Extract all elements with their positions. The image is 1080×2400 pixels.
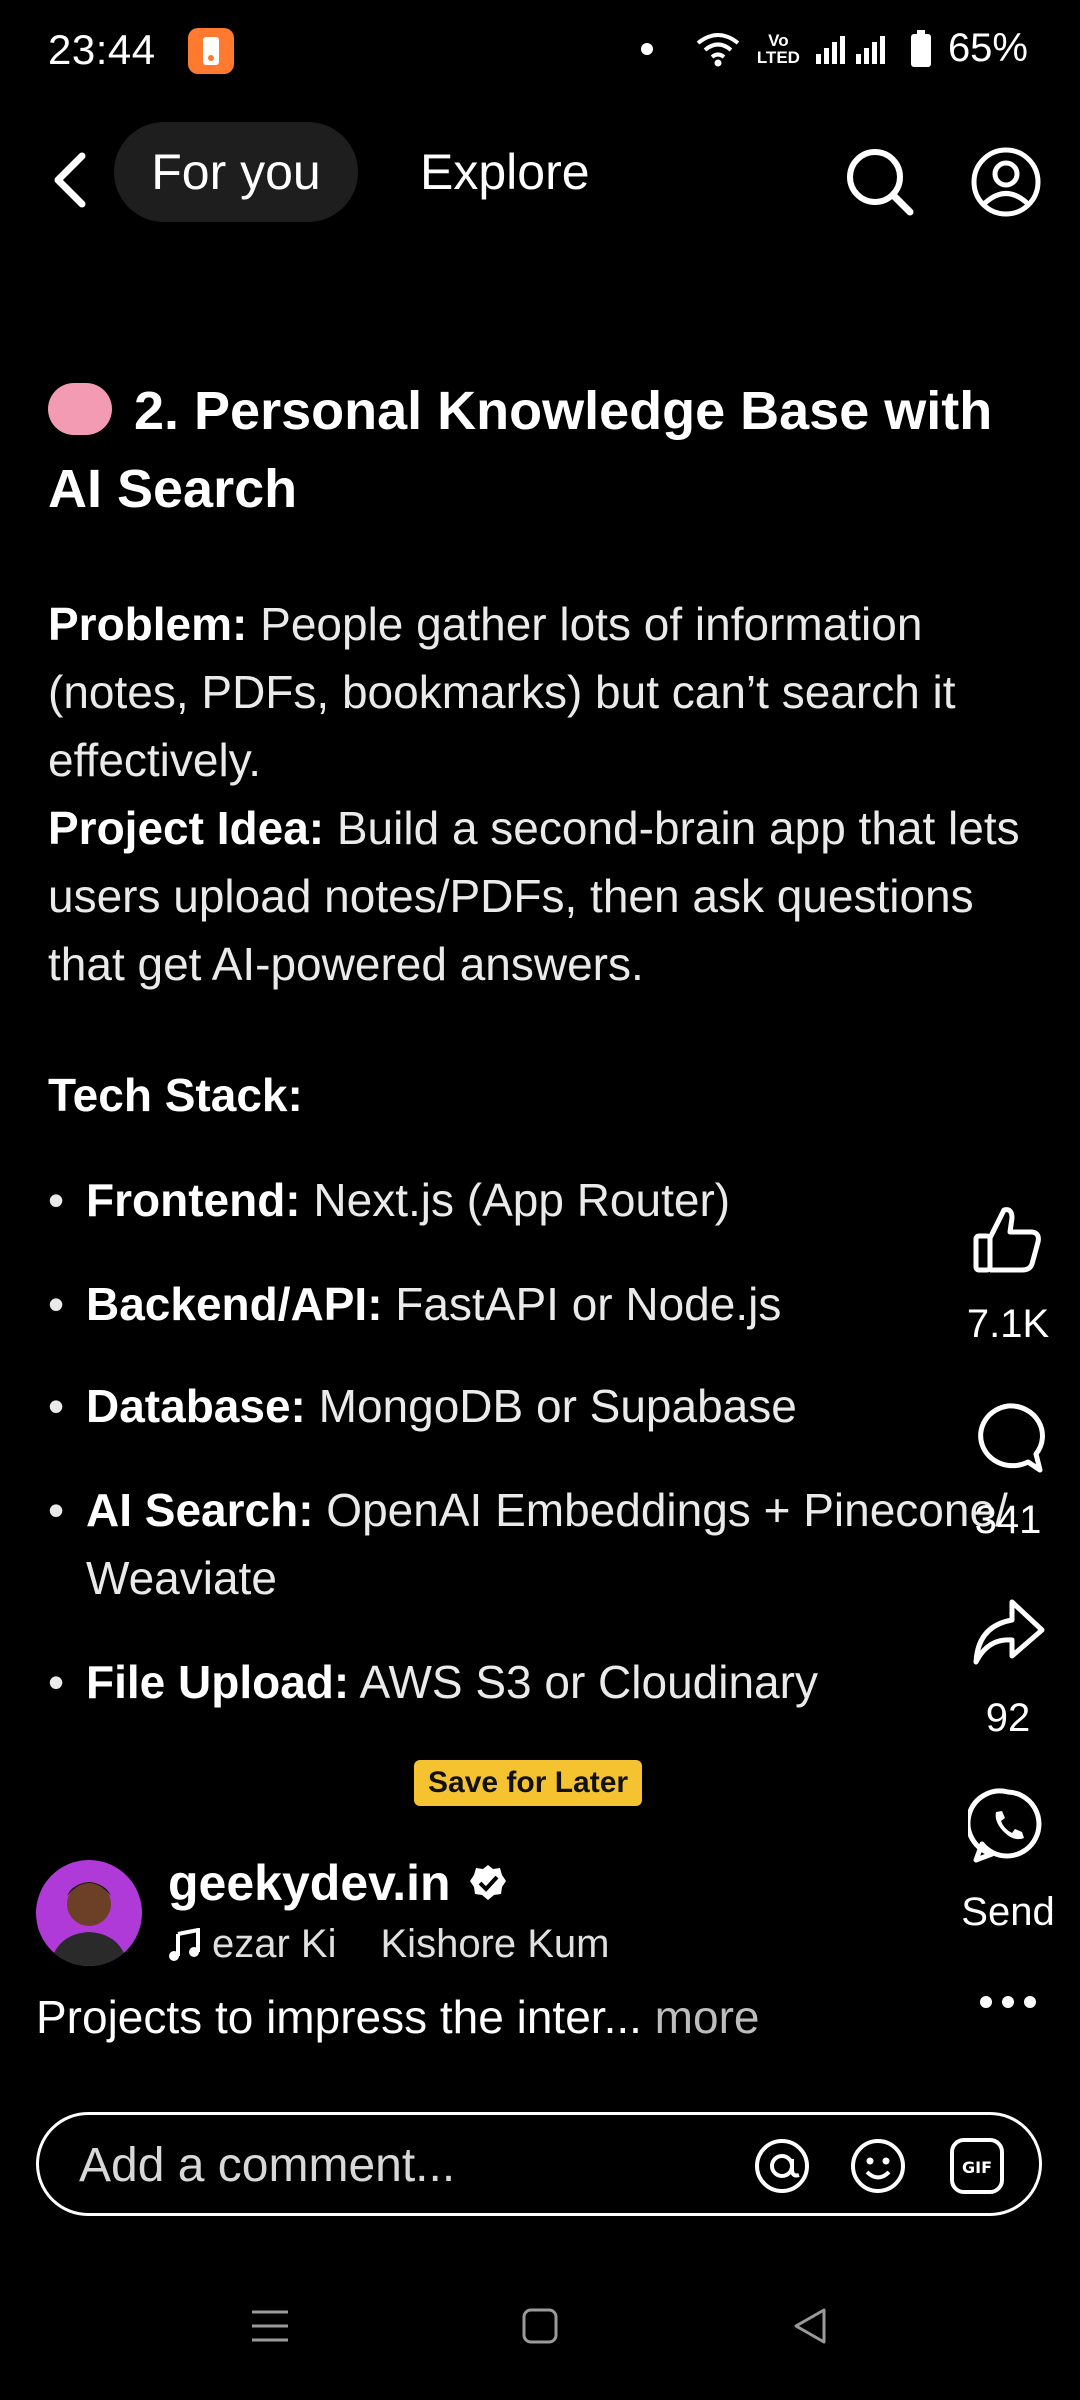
- tab-explore[interactable]: Explore: [420, 122, 590, 222]
- wifi-icon: [696, 32, 740, 66]
- search-icon[interactable]: [844, 146, 916, 218]
- system-back-icon[interactable]: [780, 2296, 840, 2356]
- notification-dot: [640, 42, 653, 55]
- comment-input[interactable]: [77, 2115, 761, 2215]
- whatsapp-icon[interactable]: [965, 1786, 1048, 1866]
- profile-icon[interactable]: [970, 146, 1042, 218]
- brain-icon: [48, 383, 112, 435]
- volte-indicator: Vo LTED: [756, 30, 800, 67]
- app-notification-icon: [188, 28, 234, 74]
- like-icon[interactable]: [968, 1200, 1048, 1280]
- music-artist: Kishore Kum: [380, 1922, 610, 1966]
- battery-percent: 65%: [947, 26, 1028, 70]
- battery-icon: [910, 29, 931, 67]
- tech-item-file-upload: • File Upload: AWS S3 or Cloudinary: [48, 1656, 818, 1708]
- music-note-icon: [169, 1927, 200, 1961]
- caption-more-link[interactable]: more: [642, 1991, 760, 2043]
- problem-label: Problem:: [48, 598, 248, 650]
- gif-icon[interactable]: GIF: [949, 2137, 1005, 2195]
- verified-icon: [469, 1865, 506, 1900]
- comment-icon[interactable]: [968, 1398, 1048, 1478]
- tech-item-database: • Database: MongoDB or Supabase: [48, 1380, 797, 1432]
- post-body: Problem: People gather lots of informati…: [48, 590, 1058, 998]
- more-options-icon[interactable]: [978, 1992, 1038, 2012]
- recent-apps-icon[interactable]: [240, 2296, 300, 2356]
- music-row[interactable]: ezar Ki Kishore Kum: [168, 1922, 609, 1967]
- tech-item-backend: • Backend/API: FastAPI or Node.js: [48, 1278, 782, 1330]
- comment-count: 341: [974, 1498, 1042, 1542]
- tech-item-frontend: • Frontend: Next.js (App Router): [48, 1174, 731, 1226]
- share-icon[interactable]: [968, 1592, 1048, 1672]
- status-indicators: Vo LTED 65%: [640, 26, 1028, 71]
- post-title: 2. Personal Knowledge Base with AI Searc…: [48, 381, 993, 519]
- comment-box[interactable]: GIF: [36, 2112, 1042, 2216]
- save-for-later-badge: Save for Later: [414, 1760, 643, 1806]
- tech-stack-heading: Tech Stack:: [48, 1069, 303, 1121]
- back-arrow-icon[interactable]: [48, 150, 92, 210]
- home-icon[interactable]: [510, 2296, 570, 2356]
- caption-text: Projects to impress the inter...: [36, 1991, 642, 2043]
- share-count: 92: [985, 1696, 1031, 1740]
- emoji-icon[interactable]: [849, 2137, 907, 2195]
- mention-icon[interactable]: [753, 2137, 811, 2195]
- like-count: 7.1K: [966, 1302, 1050, 1346]
- idea-label: Project Idea:: [48, 802, 325, 854]
- author-name[interactable]: geekydev.in: [168, 1854, 507, 1912]
- send-label[interactable]: Send: [928, 1890, 1080, 1935]
- post-caption[interactable]: Projects to impress the inter... more: [36, 1990, 760, 2044]
- music-title: ezar Ki: [212, 1922, 337, 1966]
- signal-icon: [815, 35, 885, 64]
- author-avatar[interactable]: [36, 1860, 142, 1966]
- svg-text:GIF: GIF: [962, 2158, 992, 2177]
- tech-item-ai-search: • AI Search: OpenAI Embeddings + Pinecon…: [48, 1484, 1008, 1604]
- status-time: 23:44: [48, 26, 156, 73]
- tab-for-you[interactable]: For you: [114, 122, 358, 222]
